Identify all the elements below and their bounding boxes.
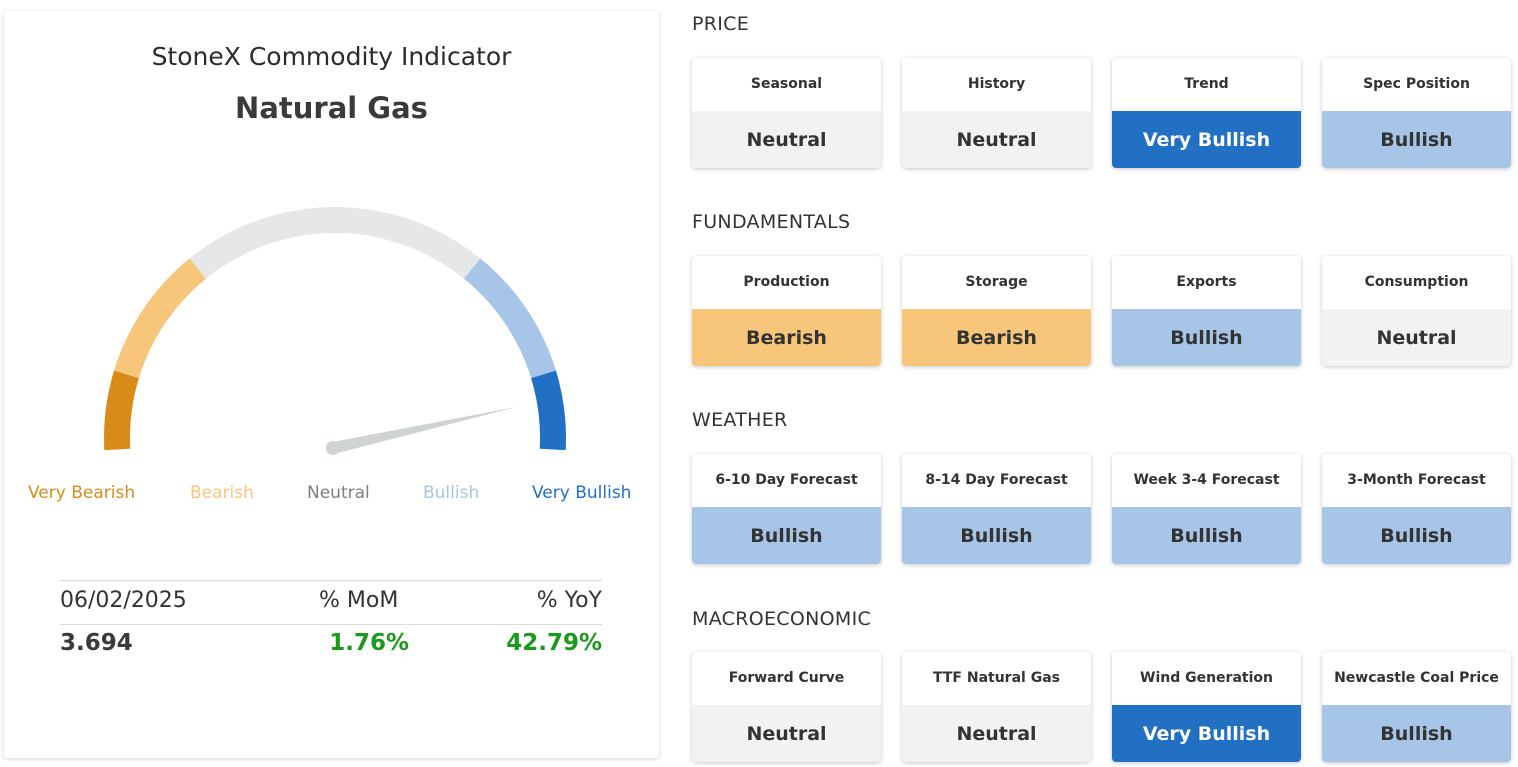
tile-value: Very Bullish [1112, 705, 1301, 762]
tile-ttf-natural-gas[interactable]: TTF Natural Gas Neutral [902, 652, 1091, 762]
stats-mom-label: % MoM [319, 588, 399, 613]
section-title-price: PRICE [692, 13, 750, 35]
tile-6-10-day-forecast[interactable]: 6-10 Day Forecast Bullish [692, 454, 881, 564]
tile-label: Newcastle Coal Price [1334, 670, 1499, 686]
tile-value: Neutral [902, 705, 1091, 762]
tile-value: Bullish [1322, 111, 1511, 168]
tile-3-month-forecast[interactable]: 3-Month Forecast Bullish [1322, 454, 1511, 564]
tile-value: Neutral [692, 705, 881, 762]
tile-label: 3-Month Forecast [1347, 472, 1486, 488]
tile-history[interactable]: History Neutral [902, 58, 1091, 168]
tile-forward-curve[interactable]: Forward Curve Neutral [692, 652, 881, 762]
tile-consumption[interactable]: Consumption Neutral [1322, 256, 1511, 366]
tile-label: Trend [1184, 76, 1229, 92]
gauge-label-bearish: Bearish [190, 483, 254, 503]
tile-label: 8-14 Day Forecast [925, 472, 1068, 488]
tile-exports[interactable]: Exports Bullish [1112, 256, 1301, 366]
tile-newcastle-coal-price[interactable]: Newcastle Coal Price Bullish [1322, 652, 1511, 762]
gauge-label-bullish: Bullish [423, 483, 480, 503]
gauge-segment-neutral [189, 207, 481, 279]
gauge-segment-bullish [463, 258, 556, 379]
tile-value: Bullish [692, 507, 881, 564]
tile-spec-position[interactable]: Spec Position Bullish [1322, 58, 1511, 168]
gauge-label-neutral: Neutral [307, 483, 370, 503]
tile-label: Spec Position [1363, 76, 1470, 92]
tile-production[interactable]: Production Bearish [692, 256, 881, 366]
tile-label: Forward Curve [728, 670, 845, 686]
tile-label: History [967, 76, 1026, 92]
tile-label: Storage [965, 274, 1028, 290]
stats-mom-value: 1.76% [329, 630, 409, 656]
tile-label: Exports [1176, 274, 1237, 290]
gauge-segment-very-bearish [104, 370, 140, 451]
tile-value: Bullish [1322, 507, 1511, 564]
tile-value: Bearish [692, 309, 881, 366]
tile-value: Bearish [902, 309, 1091, 366]
tile-label: Seasonal [750, 76, 823, 92]
tile-label: Consumption [1364, 274, 1469, 290]
tile-label: Week 3-4 Forecast [1133, 472, 1280, 488]
commodity-indicator-card: StoneX Commodity Indicator Natural Gas V… [4, 11, 659, 758]
stats-price: 3.694 [60, 630, 133, 656]
section-title-macroeconomic: MACROECONOMIC [692, 608, 872, 630]
gauge-segment-bearish [114, 258, 207, 379]
stats-date: 06/02/2025 [60, 588, 187, 613]
tile-value: Neutral [692, 111, 881, 168]
tile-week-3-4-forecast[interactable]: Week 3-4 Forecast Bullish [1112, 454, 1301, 564]
tile-value: Bullish [1112, 309, 1301, 366]
gauge-segment-very-bullish [530, 370, 566, 451]
stats-yoy-value: 42.79% [506, 630, 602, 656]
gauge-label-very-bullish: Very Bullish [532, 483, 632, 503]
tile-label: Production [743, 274, 830, 290]
stats-divider-mid [60, 624, 602, 625]
section-title-weather: WEATHER [692, 409, 788, 431]
gauge-needle [331, 407, 517, 454]
tile-8-14-day-forecast[interactable]: 8-14 Day Forecast Bullish [902, 454, 1091, 564]
tile-label: TTF Natural Gas [933, 670, 1060, 686]
stats-divider-top [60, 580, 602, 581]
tile-trend[interactable]: Trend Very Bullish [1112, 58, 1301, 168]
gauge-label-very-bearish: Very Bearish [28, 483, 136, 503]
tile-label: 6-10 Day Forecast [715, 472, 858, 488]
tile-value: Bullish [1322, 705, 1511, 762]
tile-label: Wind Generation [1140, 670, 1273, 686]
gauge-needle-hub [326, 441, 340, 455]
tile-value: Neutral [902, 111, 1091, 168]
tile-seasonal[interactable]: Seasonal Neutral [692, 58, 881, 168]
tile-value: Bullish [902, 507, 1091, 564]
stats-yoy-label: % YoY [536, 588, 602, 613]
sentiment-gauge [104, 207, 566, 455]
section-title-fundamentals: FUNDAMENTALS [692, 211, 851, 233]
tile-value: Bullish [1112, 507, 1301, 564]
tile-value: Very Bullish [1112, 111, 1301, 168]
tile-wind-generation[interactable]: Wind Generation Very Bullish [1112, 652, 1301, 762]
tile-storage[interactable]: Storage Bearish [902, 256, 1091, 366]
tile-value: Neutral [1322, 309, 1511, 366]
